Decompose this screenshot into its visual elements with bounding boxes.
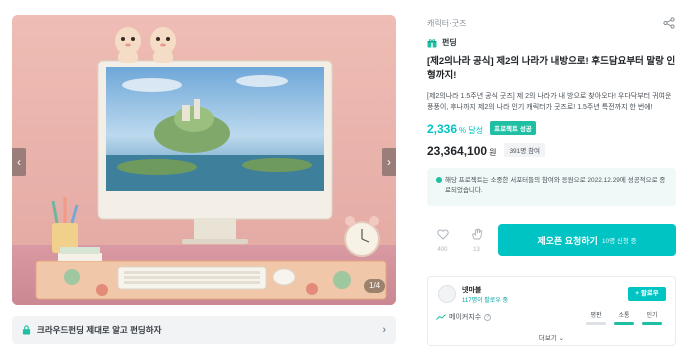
achievement-rate: 2,336 bbox=[427, 122, 458, 136]
amount-row: 23,364,100 원 391명 참여 bbox=[427, 143, 546, 159]
maker-avatar[interactable] bbox=[438, 285, 456, 303]
product-photo bbox=[12, 15, 396, 305]
trend-icon bbox=[436, 314, 446, 320]
chevron-right-icon: › bbox=[382, 324, 386, 336]
info-dot-icon bbox=[436, 177, 442, 183]
success-badge: 프로젝트 성공 bbox=[490, 121, 536, 135]
share-icon[interactable] bbox=[663, 17, 675, 29]
metric-communication: 소통 bbox=[614, 310, 634, 325]
achievement-row: 2,336 % 달성 프로젝트 성공 bbox=[427, 121, 536, 137]
follow-button[interactable]: + 팔로우 bbox=[628, 287, 666, 301]
reopen-request-button[interactable]: 제오픈 요청하기 10명 신청 중 bbox=[498, 224, 676, 256]
reopen-request-label: 제오픈 요청하기 bbox=[537, 235, 598, 246]
action-row: 400 13 제오픈 요청하기 10명 신청 중 bbox=[427, 224, 676, 256]
like-button[interactable]: 400 bbox=[429, 224, 456, 256]
currency-label: 원 bbox=[489, 148, 497, 157]
product-image-gallery[interactable] bbox=[12, 15, 396, 305]
supporter-count-badge: 391명 참여 bbox=[504, 143, 546, 157]
crowdfunding-guide-banner[interactable]: 크라우드펀딩 제대로 알고 펀딩하자 › bbox=[12, 316, 396, 344]
guide-text: 크라우드펀딩 제대로 알고 펀딩하자 bbox=[37, 325, 162, 335]
gift-icon bbox=[427, 38, 437, 47]
clap-hand-icon bbox=[471, 228, 482, 240]
help-icon[interactable]: ? bbox=[484, 313, 492, 321]
lock-icon bbox=[22, 325, 31, 335]
metric-reputation: 평판 bbox=[586, 310, 606, 325]
chevron-left-icon: ‹ bbox=[17, 155, 21, 169]
metric-bar bbox=[642, 322, 662, 325]
metric-bar bbox=[614, 322, 634, 325]
more-button[interactable]: 더보기 ⌄ bbox=[428, 332, 675, 342]
next-image-button[interactable]: › bbox=[382, 148, 396, 176]
project-ended-notice: 해당 프로젝트는 소중한 서포터들의 참여와 응원으로 2022.12.29에 … bbox=[427, 168, 676, 206]
achievement-unit: % 달성 bbox=[459, 126, 484, 135]
project-title: [제2의나라 공식] 제2의 나라가 내방으로! 후드담요부터 말랑 인형까지! bbox=[427, 56, 676, 81]
heart-icon bbox=[436, 229, 449, 240]
funded-amount: 23,364,100 bbox=[427, 144, 488, 158]
cheer-button[interactable]: 13 bbox=[463, 224, 490, 256]
maker-follower-count: 117명이 팔로우 중 bbox=[462, 298, 509, 304]
maker-index-label: 메이커지수 bbox=[449, 314, 482, 321]
metric-label: 인기 bbox=[646, 313, 658, 319]
category-link[interactable]: 캐릭터·굿즈 bbox=[427, 18, 466, 29]
image-page-counter: 1/4 bbox=[364, 279, 386, 293]
reopen-request-count: 10명 신청 중 bbox=[601, 238, 637, 245]
maker-index: 메이커지수 ? bbox=[436, 312, 492, 322]
metric-bar bbox=[586, 322, 606, 325]
project-description: [제2의나라 1.5주년 공식 굿즈] 제 2의 나라가 내 방으로 찾아오다!… bbox=[427, 93, 672, 111]
maker-card: 넷마블 117명이 팔로우 중 + 팔로우 메이커지수 ? 평판 소통 인기 더… bbox=[427, 276, 676, 346]
funding-type-label: 펀딩 bbox=[442, 38, 457, 47]
previous-image-button[interactable]: ‹ bbox=[12, 148, 26, 176]
funding-type-tag: 펀딩 bbox=[427, 37, 457, 48]
metric-label: 평판 bbox=[590, 313, 602, 319]
chevron-right-icon: › bbox=[387, 155, 391, 169]
metric-popularity: 인기 bbox=[642, 310, 662, 325]
notice-text: 해당 프로젝트는 소중한 서포터들의 참여와 응원으로 2022.12.29에 … bbox=[445, 177, 666, 194]
maker-name[interactable]: 넷마블 bbox=[462, 285, 481, 295]
cheer-count: 13 bbox=[473, 247, 480, 253]
like-count: 400 bbox=[437, 247, 448, 253]
metric-label: 소통 bbox=[618, 313, 630, 319]
project-info-panel: 캐릭터·굿즈 펀딩 [제2의나라 공식] 제2의 나라가 내방으로! 후드담요부… bbox=[427, 0, 676, 350]
